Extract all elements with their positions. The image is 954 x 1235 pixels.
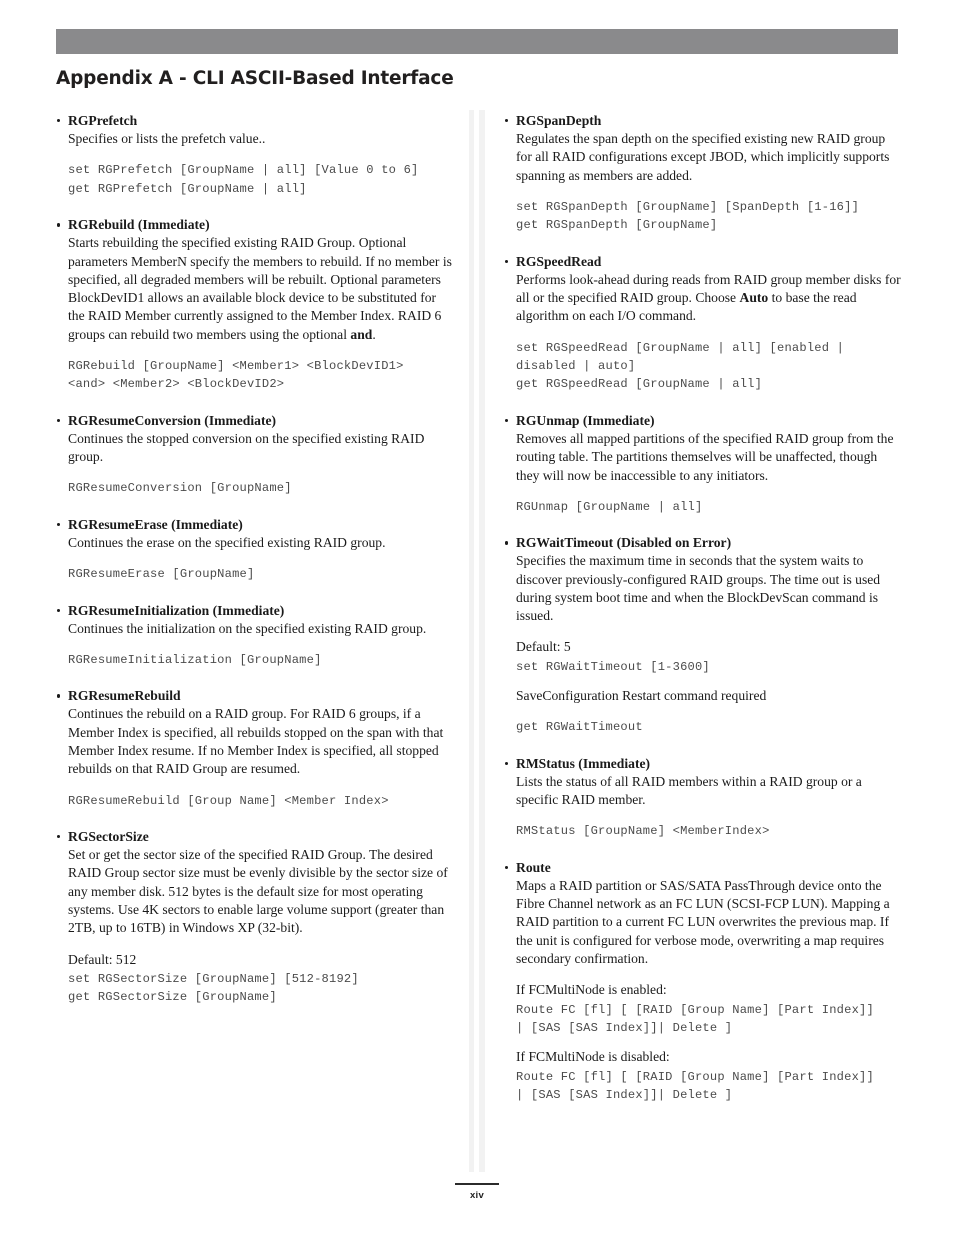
entry-description: Regulates the span depth on the specifie… — [516, 131, 890, 183]
bullet-icon — [505, 865, 509, 870]
entry-title: RGResumeErase (Immediate) — [56, 516, 454, 533]
entry-title-text: Route — [516, 859, 551, 875]
bullet-icon — [505, 119, 509, 123]
right-column: RGSpanDepth Regulates the span depth on … — [504, 112, 902, 1117]
bullet-icon — [57, 608, 61, 613]
entry-code: RGResumeInitialization [GroupName] — [68, 652, 322, 667]
entry-description: Specifies or lists the prefetch value.. — [68, 131, 266, 147]
entry-rgresumeconversion: RGResumeConversion (Immediate) Continues… — [56, 412, 454, 498]
entry-description: Continues the stopped conversion on the … — [68, 430, 425, 465]
entry-title: RGRebuild (Immediate) — [56, 216, 454, 233]
bullet-icon — [505, 541, 509, 545]
bullet-icon — [57, 119, 61, 123]
entry-description: Continues the rebuild on a RAID group. F… — [68, 706, 444, 777]
entry-description: Performs look-ahead during reads from RA… — [504, 271, 902, 326]
entry-title-text: RGRebuild (Immediate) — [68, 217, 210, 233]
entry-description: Maps a RAID partition or SAS/SATA PassTh… — [516, 877, 890, 967]
entry-title: RGResumeConversion (Immediate) — [56, 412, 454, 429]
bullet-icon — [57, 694, 61, 698]
entry-description: Starts rebuilding the specified existing… — [56, 234, 454, 344]
entry-route: Route Maps a RAID partition or SAS/SATA … — [504, 859, 902, 1105]
entry-description: Continues the erase on the specified exi… — [68, 534, 386, 550]
entry-description: Lists the status of all RAID members wit… — [516, 773, 862, 808]
entry-note: If FCMultiNode is enabled: — [516, 982, 667, 998]
entry-title-text: RMStatus (Immediate) — [516, 755, 651, 771]
page-footer: xiv — [0, 1183, 954, 1201]
entry-description: Continues the initialization on the spec… — [68, 620, 427, 636]
entry-description-tail: . — [372, 326, 376, 342]
entry-rgrebuild: RGRebuild (Immediate) Starts rebuilding … — [56, 216, 454, 394]
header-decorative-bar — [56, 29, 898, 54]
entry-note: Default: 512 — [68, 951, 137, 967]
entry-title: RMStatus (Immediate) — [504, 755, 902, 772]
entry-code: set RGWaitTimeout [1-3600] — [516, 659, 710, 674]
bullet-icon — [505, 259, 509, 264]
document-page: Appendix A - CLI ASCII-Based Interface R… — [0, 0, 954, 1235]
entry-code: RGResumeRebuild [Group Name] <Member Ind… — [68, 793, 389, 808]
bullet-icon — [57, 418, 61, 423]
entry-description: Removes all mapped partitions of the spe… — [516, 430, 894, 483]
bullet-icon — [505, 761, 509, 766]
entry-note-secondary: SaveConfiguration Restart command requir… — [516, 688, 767, 704]
entry-rgresumeerase: RGResumeErase (Immediate) Continues the … — [56, 516, 454, 584]
bullet-icon — [57, 522, 61, 527]
entry-description-emphasis: Auto — [739, 290, 769, 306]
entry-code: RGResumeConversion [GroupName] — [68, 481, 292, 496]
entry-code: RGRebuild [GroupName] <Member1> <BlockDe… — [68, 358, 404, 392]
bullet-icon — [57, 223, 61, 227]
entry-title-text: RGPrefetch — [68, 113, 138, 128]
entry-title-text: RGSpeedRead — [516, 253, 602, 269]
entry-rgprefetch: RGPrefetch Specifies or lists the prefet… — [56, 112, 454, 198]
bullet-icon — [505, 418, 509, 423]
entry-title: Route — [504, 859, 902, 876]
entry-description: Specifies the maximum time in seconds th… — [516, 553, 881, 624]
entry-rmstatus: RMStatus (Immediate) Lists the status of… — [504, 755, 902, 841]
column-divider — [469, 110, 485, 1172]
entry-title: RGSpanDepth — [504, 112, 902, 129]
entry-rgspandepth: RGSpanDepth Regulates the span depth on … — [504, 112, 902, 235]
footer-divider — [455, 1183, 499, 1185]
entry-code: set RGPrefetch [GroupName | all] [Value … — [68, 163, 419, 196]
entry-rgwaittimeout: RGWaitTimeout (Disabled on Error) Specif… — [504, 534, 902, 737]
entry-code: RGUnmap [GroupName | all] — [516, 499, 703, 514]
bullet-icon — [57, 835, 61, 839]
page-title: Appendix A - CLI ASCII-Based Interface — [56, 68, 454, 89]
entry-code: Route FC [fl] [ [RAID [Group Name] [Part… — [516, 1002, 874, 1035]
entry-note: Default: 5 — [516, 639, 571, 655]
entry-description-emphasis: and — [350, 326, 373, 342]
entry-description: Set or get the sector size of the specif… — [68, 847, 448, 936]
entry-title: RGSpeedRead — [504, 253, 902, 270]
entry-title: RGResumeRebuild — [56, 687, 454, 704]
entry-title-text: RGResumeInitialization (Immediate) — [68, 602, 285, 618]
entry-title-text: RGResumeRebuild — [68, 688, 181, 704]
entry-rgresumeinitialization: RGResumeInitialization (Immediate) Conti… — [56, 602, 454, 670]
entry-title: RGSectorSize — [56, 828, 454, 845]
entry-code: set RGSpeedRead [GroupName | all] [enabl… — [516, 340, 845, 392]
left-column: RGPrefetch Specifies or lists the prefet… — [56, 112, 454, 1020]
page-number: xiv — [469, 1189, 485, 1201]
entry-rgunmap: RGUnmap (Immediate) Removes all mapped p… — [504, 412, 902, 516]
entry-rgresumerebuild: RGResumeRebuild Continues the rebuild on… — [56, 687, 454, 810]
entry-code-secondary: Route FC [fl] [ [RAID [Group Name] [Part… — [516, 1069, 874, 1102]
entry-title-text: RGUnmap (Immediate) — [516, 412, 655, 428]
entry-title: RGPrefetch — [56, 112, 454, 129]
entry-title-text: RGResumeErase (Immediate) — [68, 516, 243, 532]
entry-title: RGUnmap (Immediate) — [504, 412, 902, 429]
entry-code: set RGSpanDepth [GroupName] [SpanDepth [… — [516, 199, 860, 233]
entry-title-text: RGWaitTimeout (Disabled on Error) — [516, 535, 732, 551]
entry-note-secondary: If FCMultiNode is disabled: — [516, 1049, 670, 1065]
entry-code-secondary: get RGWaitTimeout — [516, 720, 643, 735]
entry-code: RGResumeErase [GroupName] — [68, 567, 255, 582]
entry-description-text: Starts rebuilding the specified existing… — [68, 235, 452, 342]
entry-title-text: RGSectorSize — [68, 828, 149, 844]
entry-code: RMStatus [GroupName] <MemberIndex> — [516, 824, 770, 839]
entry-code: set RGSectorSize [GroupName] [512-8192] … — [68, 971, 359, 1005]
entry-title-text: RGSpanDepth — [516, 113, 602, 128]
entry-title-text: RGResumeConversion (Immediate) — [68, 412, 277, 428]
entry-rgsectorsize: RGSectorSize Set or get the sector size … — [56, 828, 454, 1007]
entry-rgspeedread: RGSpeedRead Performs look-ahead during r… — [504, 253, 902, 394]
entry-title: RGResumeInitialization (Immediate) — [56, 602, 454, 619]
entry-title: RGWaitTimeout (Disabled on Error) — [504, 534, 902, 551]
